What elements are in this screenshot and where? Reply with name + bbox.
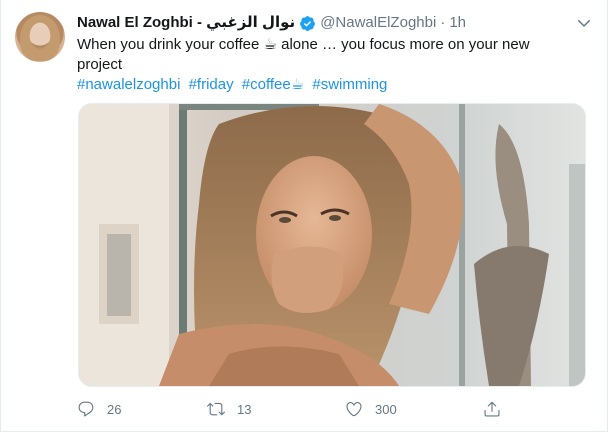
retweet-button[interactable]: 13 (207, 397, 251, 421)
tweet-card[interactable]: Nawal El Zoghbi - نوال الزغبي @NawalElZo… (0, 0, 608, 432)
avatar[interactable] (15, 12, 65, 62)
tweet-text: When you drink your coffee ☕ alone … you… (77, 36, 530, 73)
hashtag-list: #nawalelzoghbi #friday #coffee☕ #swimmin… (77, 75, 391, 95)
reply-button[interactable]: 26 (77, 397, 121, 421)
photo-illustration (79, 104, 585, 386)
avatar-image (20, 15, 60, 61)
share-button[interactable] (483, 397, 513, 421)
like-count: 300 (375, 401, 397, 417)
hashtag-nawalelzoghbi[interactable]: #nawalelzoghbi (77, 76, 180, 93)
reply-icon (78, 401, 94, 417)
tweet-actions: 26 13 300 (77, 397, 517, 421)
chevron-down-icon[interactable] (575, 14, 593, 32)
retweet-icon (207, 402, 225, 416)
retweet-count: 13 (237, 401, 252, 417)
tweet-timestamp[interactable]: 1h (449, 13, 466, 33)
hashtag-swimming[interactable]: #swimming (312, 76, 387, 93)
reply-count: 26 (107, 401, 122, 417)
heart-icon (346, 402, 362, 417)
tweet-photo[interactable] (78, 103, 586, 387)
author-handle[interactable]: @NawalElZoghbi (320, 13, 436, 33)
separator-dot: · (440, 14, 446, 31)
hashtag-coffee[interactable]: #coffee☕ (242, 76, 304, 93)
author-display-name[interactable]: Nawal El Zoghbi - نوال الزغبي (77, 13, 295, 33)
verified-badge-icon (300, 15, 316, 31)
like-button[interactable]: 300 (345, 397, 397, 421)
hashtag-friday[interactable]: #friday (189, 76, 234, 93)
tweet-header: Nawal El Zoghbi - نوال الزغبي @NawalElZo… (77, 12, 567, 34)
share-icon (484, 401, 500, 417)
